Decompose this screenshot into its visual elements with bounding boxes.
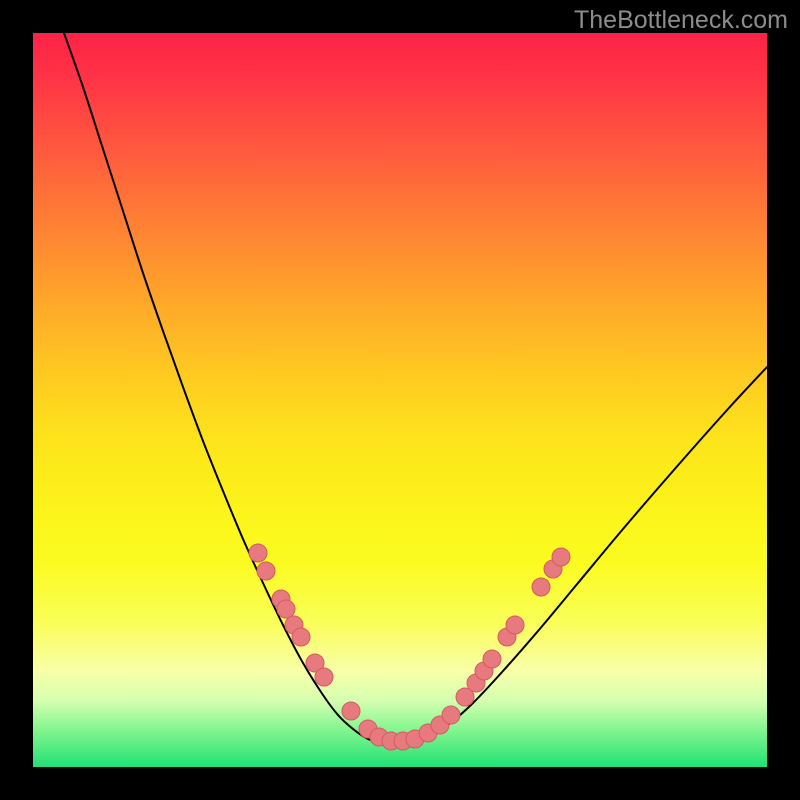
data-marker [483, 650, 501, 668]
data-marker [292, 628, 310, 646]
data-marker [277, 600, 295, 618]
data-marker [552, 548, 570, 566]
data-marker [257, 562, 275, 580]
bottleneck-curve [64, 33, 767, 743]
chart-svg-overlay [33, 33, 767, 767]
data-marker [506, 616, 524, 634]
data-marker [342, 702, 360, 720]
curve-layer [64, 33, 767, 743]
marker-layer [249, 544, 570, 750]
data-marker [315, 668, 333, 686]
watermark-text: TheBottleneck.com [574, 6, 788, 35]
chart-root: TheBottleneck.com [0, 0, 800, 800]
data-marker [442, 706, 460, 724]
data-marker [249, 544, 267, 562]
data-marker [532, 578, 550, 596]
